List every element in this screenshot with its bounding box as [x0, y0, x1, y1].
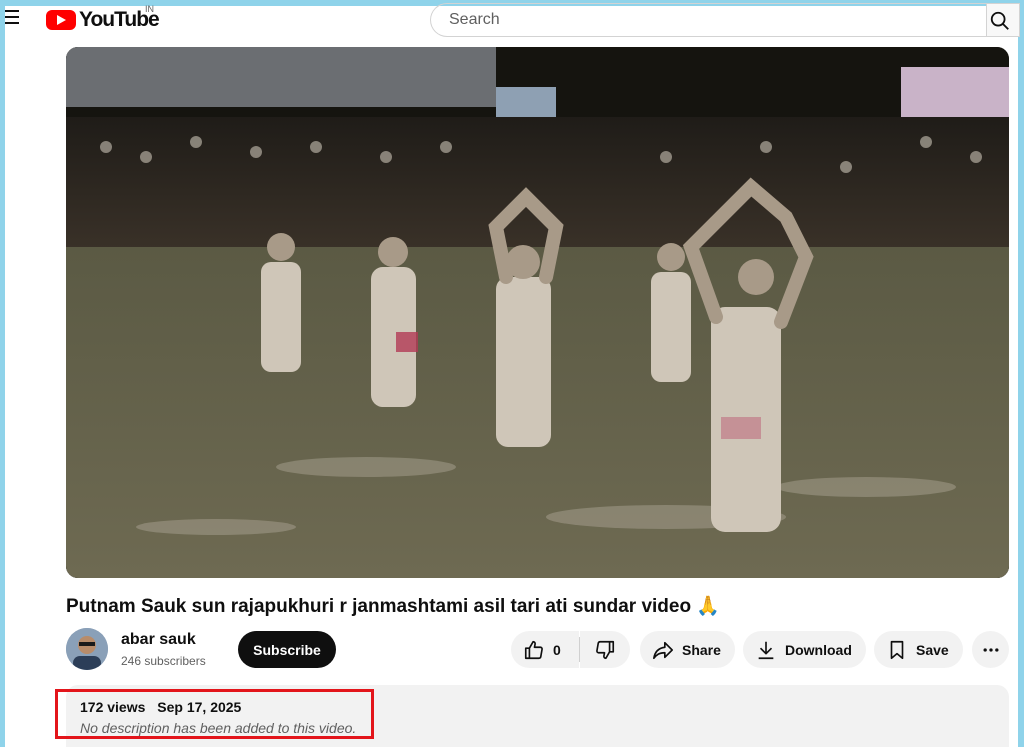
search-button[interactable]: [986, 3, 1020, 37]
download-icon: [758, 641, 774, 659]
like-button[interactable]: 0: [511, 631, 579, 668]
search-icon: [990, 11, 1009, 30]
bookmark-icon: [890, 640, 904, 659]
download-label: Download: [785, 641, 852, 658]
video-frame: [66, 47, 1009, 578]
download-button[interactable]: Download: [743, 631, 866, 668]
share-icon: [653, 641, 673, 659]
channel-name[interactable]: abar sauk: [121, 631, 196, 649]
thumbs-up-icon: [524, 640, 543, 659]
video-title: Putnam Sauk sun rajapukhuri r janmashtam…: [66, 596, 721, 617]
screenshot-frame-right: [1018, 0, 1024, 747]
youtube-logo[interactable]: YouTube: [46, 8, 160, 32]
search-box: [430, 3, 986, 37]
like-count: 0: [553, 641, 561, 658]
menu-icon[interactable]: [5, 10, 19, 26]
video-player[interactable]: [66, 47, 1009, 578]
screenshot-frame-left: [0, 0, 5, 747]
more-icon: [983, 647, 998, 652]
youtube-play-icon: [46, 10, 76, 30]
annotation-highlight-box: [55, 689, 374, 739]
share-label: Share: [682, 641, 721, 658]
channel-avatar[interactable]: [66, 628, 108, 670]
subscriber-count: 246 subscribers: [121, 654, 206, 668]
subscribe-button[interactable]: Subscribe: [238, 631, 336, 668]
thumbs-down-icon: [596, 640, 615, 659]
save-label: Save: [916, 641, 949, 658]
dislike-button[interactable]: [580, 631, 630, 668]
region-code: IN: [145, 4, 154, 14]
search-input[interactable]: [447, 10, 951, 30]
save-button[interactable]: Save: [874, 631, 963, 668]
more-actions-button[interactable]: [972, 631, 1009, 668]
share-button[interactable]: Share: [640, 631, 735, 668]
